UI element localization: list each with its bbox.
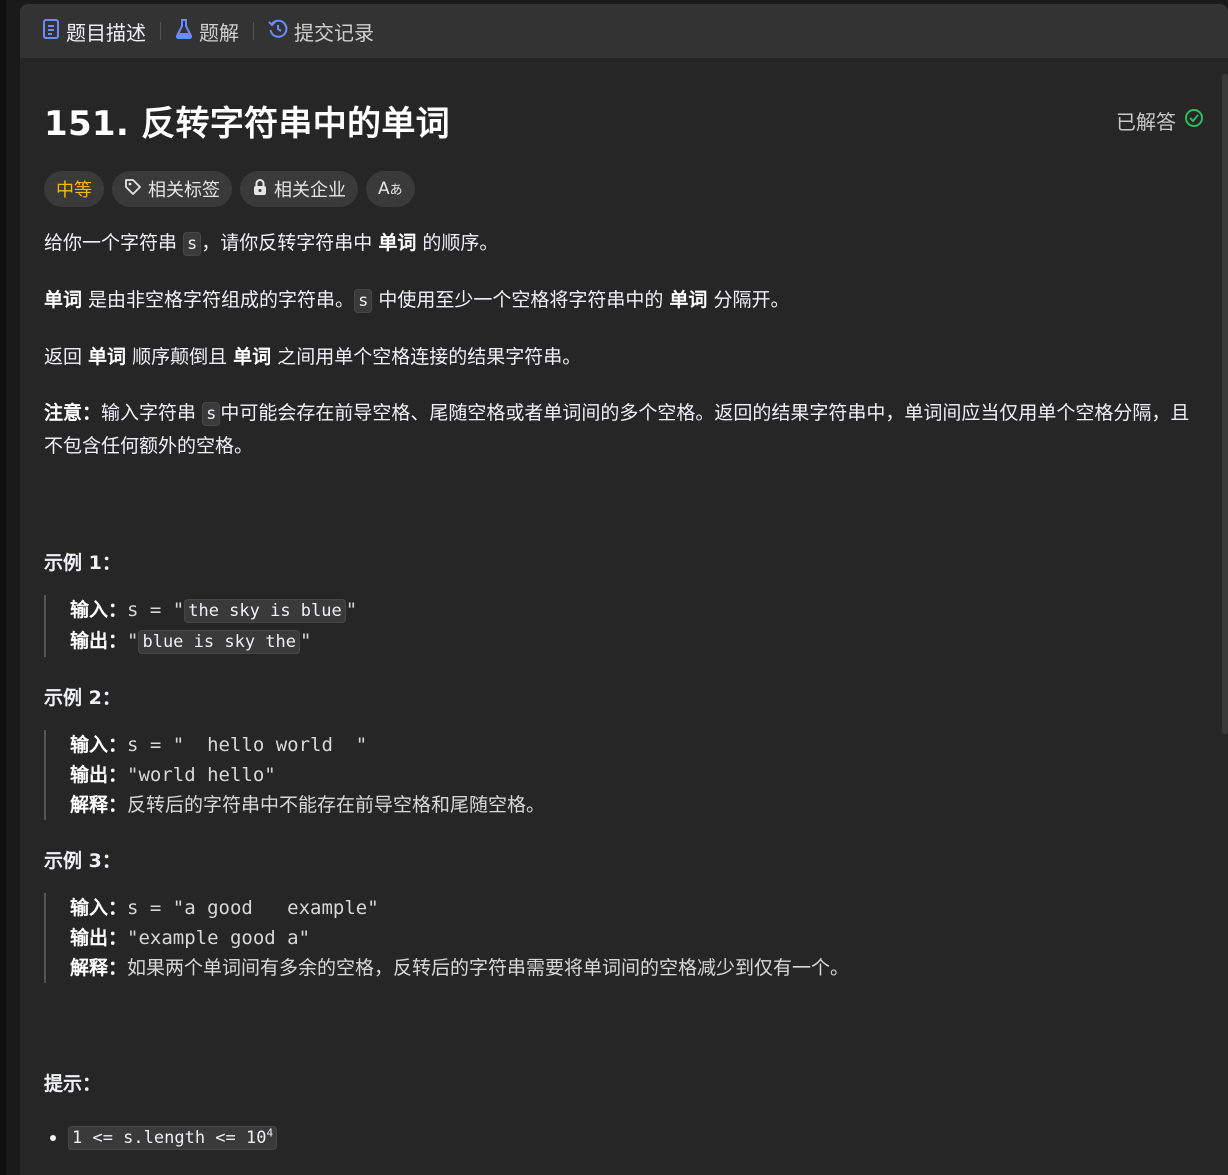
tab-submissions[interactable]: 提交记录 <box>266 17 376 46</box>
solved-status: 已解答 <box>1116 106 1204 135</box>
exponent: 4 <box>266 1126 274 1139</box>
example-title: 示例 2： <box>44 687 121 709</box>
output-label: 输出： <box>70 630 128 652</box>
tab-description[interactable]: 题目描述 <box>40 17 148 46</box>
translate-button[interactable]: Aあ <box>366 171 415 207</box>
input-suffix: " <box>345 599 358 621</box>
tag-row: 中等 相关标签 相关企业 Aあ <box>44 171 1204 207</box>
bold-text: 单词 <box>378 232 417 254</box>
tab-solutions[interactable]: 题解 <box>173 17 241 46</box>
example-block: 输入：s = " hello world " 输出："world hello" … <box>44 730 1204 820</box>
problem-panel: 题目描述 题解 提交记录 151. 反转字符串中的单词 已解答 中等 相关标签 … <box>20 4 1228 1175</box>
output-suffix: " <box>300 630 312 652</box>
explain-text: 反转后的字符串中不能存在前导空格和尾随空格。 <box>127 794 546 816</box>
note-paragraph: 注意：输入字符串 s 中可能会存在前导空格、尾随空格或者单词间的多个空格。返回的结… <box>44 397 1204 462</box>
description-paragraph: 单词 是由非空格字符组成的字符串。 s 中使用至少一个空格将字符串中的 单词 分隔… <box>44 284 1204 317</box>
bold-text: 单词 <box>44 289 83 311</box>
example-title: 示例 1： <box>44 552 121 574</box>
tab-bar: 题目描述 题解 提交记录 <box>20 4 1228 58</box>
history-icon <box>268 19 288 44</box>
example-title: 示例 3： <box>44 850 121 872</box>
text: 是由非空格字符组成的字符串。 <box>82 289 355 311</box>
inline-code: blue is sky the <box>138 630 300 654</box>
hints-title: 提示： <box>44 1073 102 1095</box>
window-edge <box>0 0 6 1175</box>
inline-code: s <box>183 232 202 256</box>
text: 返回 <box>44 346 89 368</box>
tab-divider <box>253 22 254 40</box>
text: 的顺序。 <box>416 232 499 254</box>
text: 之间用单个空格连接的结果字符串。 <box>271 346 582 368</box>
tag-icon <box>124 178 142 201</box>
tab-description-label: 题目描述 <box>66 20 146 45</box>
input-label: 输入： <box>70 734 128 756</box>
input-prefix: s = " <box>127 599 185 621</box>
inline-code: s <box>354 289 373 313</box>
tab-solutions-label: 题解 <box>199 20 239 45</box>
description-paragraph: 给你一个字符串 s ，请你反转字符串中 单词 的顺序。 <box>44 227 1204 260</box>
flask-icon <box>175 18 193 44</box>
bold-text: 注意： <box>44 402 102 424</box>
output-label: 输出： <box>70 927 128 949</box>
explain-label: 解释： <box>70 957 128 979</box>
inline-code: the sky is blue <box>184 599 346 623</box>
bold-text: 单词 <box>233 346 272 368</box>
text: 输入字符串 <box>101 402 203 424</box>
difficulty-label: 中等 <box>56 180 92 201</box>
text: 分隔开。 <box>707 289 790 311</box>
tab-divider <box>160 22 161 40</box>
example-block: 输入：s = "a good example" 输出："example good… <box>44 893 1204 983</box>
translate-icon: Aあ <box>378 179 403 199</box>
text: 顺序颠倒且 <box>126 346 234 368</box>
bold-text: 单词 <box>669 289 708 311</box>
companies-tag-label: 相关企业 <box>274 180 346 201</box>
input-label: 输入： <box>70 599 128 621</box>
output-label: 输出： <box>70 764 128 786</box>
scrollbar[interactable] <box>1222 74 1228 734</box>
constraint-text: 1 <= s.length <= 10 <box>72 1127 267 1148</box>
text: 给你一个字符串 <box>44 232 184 254</box>
topics-tag-button[interactable]: 相关标签 <box>112 171 232 207</box>
lock-icon <box>252 178 268 201</box>
solved-status-label: 已解答 <box>1116 110 1176 134</box>
output-value: "world hello" <box>127 764 276 786</box>
explain-text: 如果两个单词间有多余的空格，反转后的字符串需要将单词间的空格减少到仅有一个。 <box>127 957 850 979</box>
list-item: 1 <= s.length <= 104 <box>68 1118 1204 1153</box>
difficulty-badge[interactable]: 中等 <box>44 171 104 207</box>
input-value: s = " hello world " <box>127 734 368 756</box>
output-prefix: " <box>127 630 139 652</box>
hints-list: 1 <= s.length <= 104 <box>44 1118 1204 1153</box>
tab-submissions-label: 提交记录 <box>294 20 374 45</box>
example-block: 输入：s = " the sky is blue " 输出：" blue is sky… <box>44 595 1204 657</box>
input-label: 输入： <box>70 897 128 919</box>
output-value: "example good a" <box>127 927 311 949</box>
topics-tag-label: 相关标签 <box>148 180 220 201</box>
problem-title[interactable]: 151. 反转字符串中的单词 <box>44 96 450 145</box>
description-icon <box>42 18 60 44</box>
description-paragraph: 返回 单词 顺序颠倒且 单词 之间用单个空格连接的结果字符串。 <box>44 341 1204 373</box>
input-value: s = "a good example" <box>127 897 379 919</box>
companies-tag-button[interactable]: 相关企业 <box>240 171 358 207</box>
problem-content: 151. 反转字符串中的单词 已解答 中等 相关标签 相关企业 Aあ 给你一个字… <box>20 96 1228 1153</box>
explain-label: 解释： <box>70 794 128 816</box>
bold-text: 单词 <box>88 346 127 368</box>
inline-code: 1 <= s.length <= 104 <box>68 1125 278 1150</box>
text: ，请你反转字符串中 <box>201 232 379 254</box>
inline-code: s <box>202 402 221 426</box>
check-circle-icon <box>1184 108 1204 133</box>
text: 中使用至少一个空格将字符串中的 <box>372 289 670 311</box>
